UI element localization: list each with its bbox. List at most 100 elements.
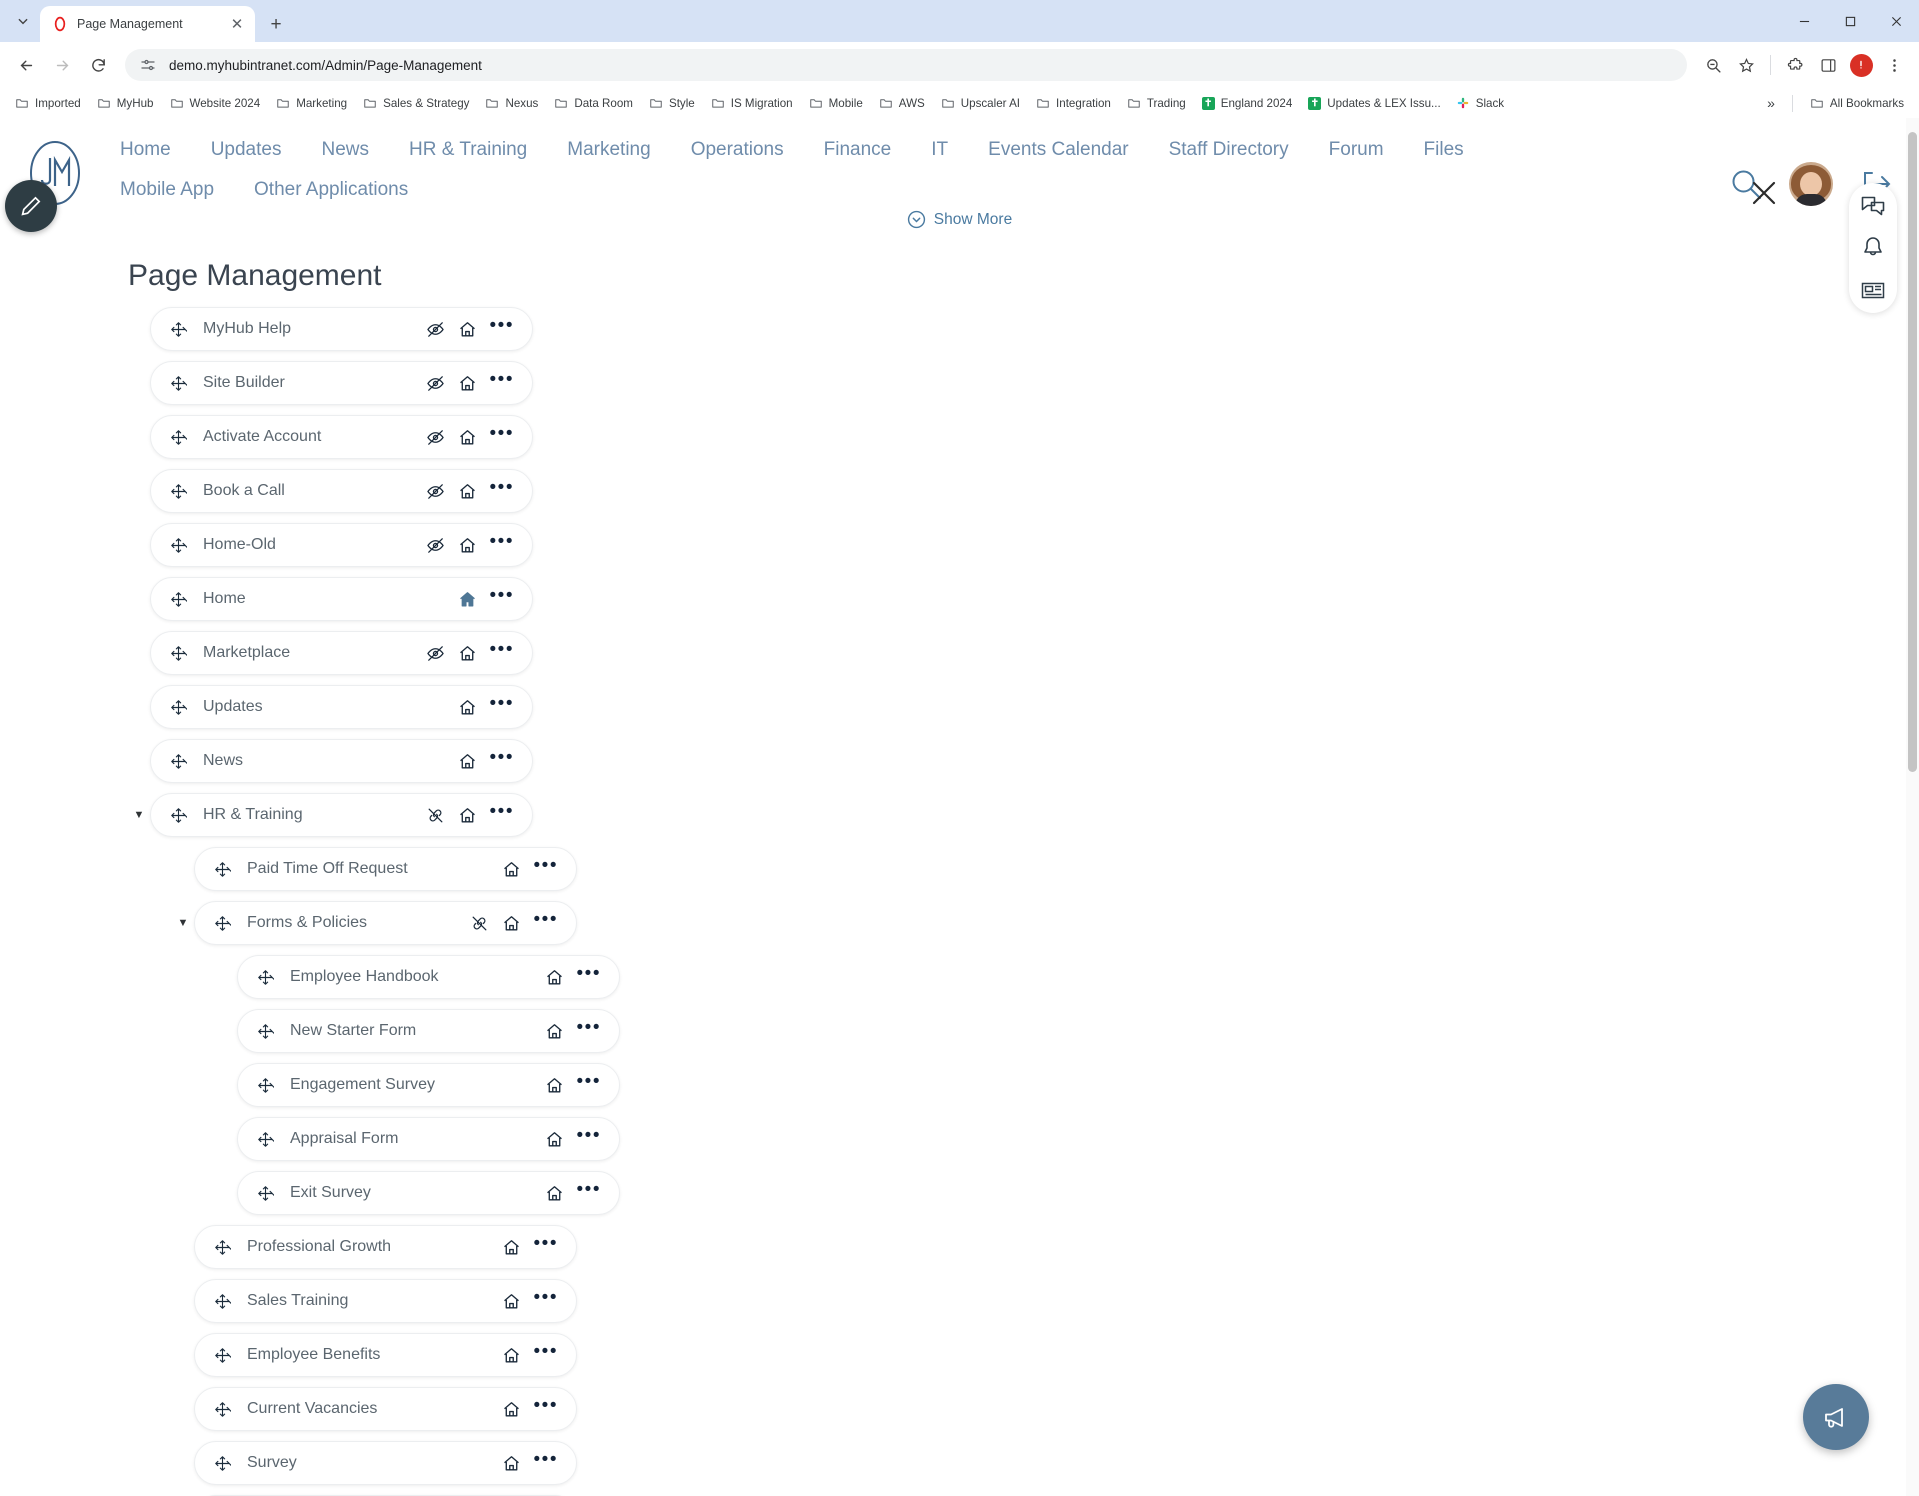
- chevron-down-icon[interactable]: ▼: [172, 917, 194, 929]
- page-tree-item[interactable]: Forms & Policies•••: [194, 901, 577, 945]
- home-icon[interactable]: [545, 1076, 564, 1095]
- zoom-icon[interactable]: [1698, 50, 1728, 80]
- home-icon[interactable]: [545, 1022, 564, 1041]
- browser-tab[interactable]: Page Management ✕: [40, 6, 255, 42]
- bookmark-item[interactable]: IS Migration: [704, 93, 800, 113]
- avatar[interactable]: [1789, 162, 1833, 206]
- home-icon[interactable]: [502, 1292, 521, 1311]
- bookmark-star-icon[interactable]: [1731, 50, 1761, 80]
- nav-item-events-calendar[interactable]: Events Calendar: [968, 130, 1148, 170]
- page-tree-item[interactable]: Professional Growth•••: [194, 1225, 577, 1269]
- bookmark-item[interactable]: ✝Updates & LEX Issu...: [1301, 94, 1447, 113]
- home-icon[interactable]: [458, 698, 477, 717]
- menu-icon[interactable]: [1879, 50, 1909, 80]
- broken-link-icon[interactable]: [426, 806, 445, 825]
- reload-icon[interactable]: [82, 49, 114, 81]
- drag-handle-icon[interactable]: [165, 591, 191, 608]
- home-icon[interactable]: [545, 968, 564, 987]
- home-icon[interactable]: [502, 1238, 521, 1257]
- home-icon[interactable]: [458, 374, 477, 393]
- nav-item-finance[interactable]: Finance: [804, 130, 912, 170]
- drag-handle-icon[interactable]: [252, 1023, 278, 1040]
- page-tree-item[interactable]: Home•••: [150, 577, 533, 621]
- bookmark-item[interactable]: Nexus: [478, 93, 545, 113]
- drag-handle-icon[interactable]: [165, 753, 191, 770]
- bookmark-item[interactable]: Marketing: [269, 93, 354, 113]
- nav-item-forum[interactable]: Forum: [1309, 130, 1404, 170]
- eye-slash-icon[interactable]: [426, 644, 445, 663]
- ellipsis-icon[interactable]: •••: [490, 484, 514, 498]
- ellipsis-icon[interactable]: •••: [577, 970, 601, 984]
- home-icon[interactable]: [458, 482, 477, 501]
- drag-handle-icon[interactable]: [209, 1455, 235, 1472]
- nav-item-it[interactable]: IT: [911, 130, 968, 170]
- ellipsis-icon[interactable]: •••: [490, 538, 514, 552]
- site-settings-icon[interactable]: [139, 56, 157, 74]
- nav-item-staff-directory[interactable]: Staff Directory: [1149, 130, 1309, 170]
- bell-icon[interactable]: [1860, 235, 1886, 261]
- bookmark-item[interactable]: Trading: [1120, 93, 1193, 113]
- page-tree-item[interactable]: Employee Handbook•••: [237, 955, 620, 999]
- home-filled-icon[interactable]: [458, 590, 477, 609]
- chat-icon[interactable]: [1860, 193, 1886, 219]
- page-tree-item[interactable]: Current Vacancies•••: [194, 1387, 577, 1431]
- drag-handle-icon[interactable]: [209, 1293, 235, 1310]
- home-icon[interactable]: [545, 1130, 564, 1149]
- bookmark-item[interactable]: Imported: [8, 93, 88, 113]
- drag-handle-icon[interactable]: [165, 321, 191, 338]
- page-tree-item[interactable]: Survey•••: [194, 1441, 577, 1485]
- broken-link-icon[interactable]: [470, 914, 489, 933]
- drag-handle-icon[interactable]: [252, 969, 278, 986]
- drag-handle-icon[interactable]: [165, 699, 191, 716]
- page-tree-item[interactable]: MyHub Help•••: [150, 307, 533, 351]
- drag-handle-icon[interactable]: [165, 483, 191, 500]
- drag-handle-icon[interactable]: [209, 1239, 235, 1256]
- ellipsis-icon[interactable]: •••: [490, 700, 514, 714]
- home-icon[interactable]: [458, 752, 477, 771]
- bookmark-item[interactable]: AWS: [872, 93, 932, 113]
- home-icon[interactable]: [458, 536, 477, 555]
- home-icon[interactable]: [502, 1346, 521, 1365]
- bookmark-item[interactable]: Upscaler AI: [934, 93, 1027, 113]
- profile-alert-icon[interactable]: [1846, 50, 1876, 80]
- drag-handle-icon[interactable]: [165, 645, 191, 662]
- nav-item-hr-training[interactable]: HR & Training: [389, 130, 547, 170]
- extensions-icon[interactable]: [1780, 50, 1810, 80]
- page-tree-item[interactable]: Marketplace•••: [150, 631, 533, 675]
- drag-handle-icon[interactable]: [165, 537, 191, 554]
- home-icon[interactable]: [458, 806, 477, 825]
- page-tree-item[interactable]: HR & Training•••: [150, 793, 533, 837]
- window-close-icon[interactable]: [1873, 0, 1919, 42]
- bookmark-item[interactable]: Slack: [1450, 94, 1511, 113]
- page-tree-item[interactable]: News•••: [150, 739, 533, 783]
- page-tree-item[interactable]: Paid Time Off Request•••: [194, 847, 577, 891]
- ellipsis-icon[interactable]: •••: [577, 1132, 601, 1146]
- drag-handle-icon[interactable]: [209, 915, 235, 932]
- page-tree-item[interactable]: Engagement Survey•••: [237, 1063, 620, 1107]
- ellipsis-icon[interactable]: •••: [490, 808, 514, 822]
- minimize-icon[interactable]: [1781, 0, 1827, 42]
- drag-handle-icon[interactable]: [209, 861, 235, 878]
- nav-item-mobile-app[interactable]: Mobile App: [100, 170, 234, 210]
- ellipsis-icon[interactable]: •••: [534, 1348, 558, 1362]
- page-tree-item[interactable]: Appraisal Form•••: [237, 1117, 620, 1161]
- back-icon[interactable]: [10, 49, 42, 81]
- ellipsis-icon[interactable]: •••: [534, 916, 558, 930]
- chevron-down-icon[interactable]: ▼: [128, 809, 150, 821]
- nav-item-operations[interactable]: Operations: [671, 130, 804, 170]
- eye-slash-icon[interactable]: [426, 374, 445, 393]
- eye-slash-icon[interactable]: [426, 482, 445, 501]
- nav-item-news[interactable]: News: [301, 130, 389, 170]
- nav-item-updates[interactable]: Updates: [191, 130, 302, 170]
- drag-handle-icon[interactable]: [165, 375, 191, 392]
- ellipsis-icon[interactable]: •••: [534, 1402, 558, 1416]
- ellipsis-icon[interactable]: •••: [577, 1024, 601, 1038]
- close-panel-button[interactable]: [1749, 178, 1779, 208]
- bookmark-item[interactable]: Style: [642, 93, 702, 113]
- home-icon[interactable]: [458, 320, 477, 339]
- ellipsis-icon[interactable]: •••: [490, 754, 514, 768]
- page-tree-item[interactable]: Activate Account•••: [150, 415, 533, 459]
- tab-search-icon[interactable]: [6, 4, 40, 38]
- address-bar[interactable]: demo.myhubintranet.com/Admin/Page-Manage…: [125, 49, 1687, 81]
- drag-handle-icon[interactable]: [252, 1131, 278, 1148]
